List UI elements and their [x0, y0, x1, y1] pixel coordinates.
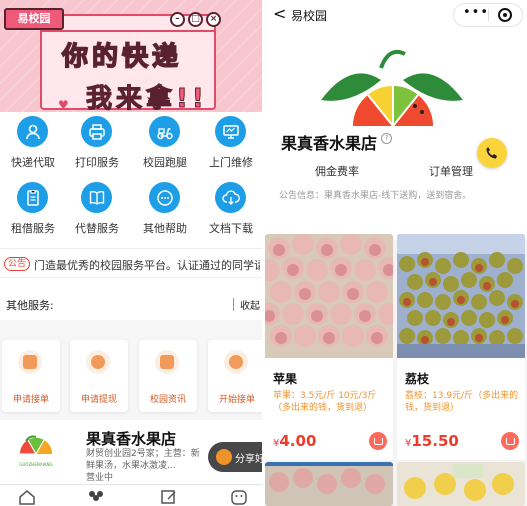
printer-icon [81, 116, 112, 147]
chat-icon [149, 182, 180, 213]
banner-subheadline: 我来拿!! [86, 84, 208, 113]
minimize-icon: – [170, 12, 185, 27]
divider [488, 9, 489, 21]
close-icon: × [206, 12, 221, 27]
add-to-cart-button[interactable] [501, 432, 519, 450]
promo-banner[interactable]: 易校园 – □ × 你的快递 我来拿!! ♥ [0, 0, 262, 112]
card-label: 申请提现 [80, 395, 117, 405]
share-button[interactable]: 分享好 [208, 442, 262, 472]
shop-description: 财贸创业园2号家；主营：新鲜果汤，水果冰激凌... 营业中 [86, 449, 200, 483]
announcement-tag: 公告 [4, 257, 30, 271]
call-button[interactable] [477, 138, 507, 168]
service-label: 校园跑腿 [143, 156, 187, 169]
product-image [397, 234, 525, 358]
service-express[interactable]: 快递代取 [0, 114, 66, 174]
cloud-download-icon [215, 182, 246, 213]
svg-text:GUOZHENXIANG: GUOZHENXIANG [19, 462, 52, 467]
back-button[interactable]: < [273, 4, 286, 23]
service-label: 打印服务 [75, 156, 119, 169]
service-label: 快递代取 [11, 156, 55, 169]
shop-logo: GUOZHENXIANG [14, 432, 58, 476]
shop-header: 果真香水果店 ? 佣金费率 订单管理 公告信息：果真香水果店-线下送购，送到宿舍… [265, 30, 527, 240]
shop-screen: < 易校园 ••• 果真香水果店 ? 佣金费率 订单管理 公告信息：果真香水果店… [265, 0, 527, 506]
document-icon [17, 182, 48, 213]
service-label: 其他帮助 [143, 222, 187, 235]
service-download[interactable]: 文档下载 [198, 180, 262, 240]
campus-news-card[interactable]: 校园资讯 [139, 340, 197, 412]
shop-notice: 公告信息：果真香水果店-线下送购，送到宿舍。 [279, 191, 472, 201]
collapse-button[interactable]: 收起 [240, 297, 260, 312]
card-label: 申请接单 [12, 395, 49, 405]
start-order-card[interactable]: 开始接单 [208, 340, 262, 412]
service-grid: 快递代取 打印服务 校园跑腿 上门维修 租借服务 代替服务 其他帮助 文档下载 [0, 112, 262, 242]
card-label: 校园资讯 [149, 395, 186, 405]
service-substitute[interactable]: 代替服务 [64, 180, 130, 240]
commission-rate-link[interactable]: 佣金费率 [315, 163, 359, 179]
service-rental[interactable]: 租借服务 [0, 180, 66, 240]
heart-icon: ♥ [58, 98, 69, 112]
add-to-cart-button[interactable] [369, 432, 387, 450]
product-price: ¥15.50 [405, 432, 459, 450]
nav-title: 易校园 [291, 9, 328, 23]
product-price: ¥4.00 [273, 432, 317, 450]
book-icon [81, 182, 112, 213]
tab-profile[interactable] [230, 489, 250, 505]
product-name: 苹果 [273, 372, 298, 386]
runner-icon [155, 350, 179, 374]
bottom-tab-bar [0, 484, 262, 506]
cart-icon [505, 437, 515, 445]
fruit-logo [321, 49, 463, 126]
product-card-partial[interactable] [397, 462, 525, 506]
product-card-lychee[interactable]: 荔枝 荔枝：13.9元/斤（多出来的钱，货到退） ¥15.50 [397, 234, 525, 460]
product-description: 苹果：3.5元/斤 10元/3斤（多出来的钱，货到退） [273, 391, 377, 413]
announcement-bar[interactable]: 公告 门造最优秀的校园服务平台。认证通过的同学请... [0, 248, 262, 278]
product-name: 荔枝 [405, 372, 430, 386]
product-card-apple[interactable]: 苹果 苹果：3.5元/斤 10元/3斤（多出来的钱，货到退） ¥4.00 [265, 234, 393, 460]
user-icon [17, 116, 48, 147]
service-label: 租借服务 [11, 222, 55, 235]
banner-badge: 易校园 [4, 8, 64, 30]
share-label: 分享好 [235, 454, 262, 465]
card-label: 开始接单 [218, 395, 255, 405]
search-icon [86, 350, 110, 374]
tab-post[interactable] [160, 489, 180, 505]
home-screen: 易校园 – □ × 你的快递 我来拿!! ♥ 快递代取 打印服务 校园跑腿 上门… [0, 0, 262, 506]
service-print[interactable]: 打印服务 [64, 114, 130, 174]
tab-community[interactable] [86, 489, 106, 505]
shop-name: 果真香水果店 [86, 430, 177, 448]
shop-title: 果真香水果店 [281, 134, 378, 153]
order-management-link[interactable]: 订单管理 [429, 163, 473, 179]
clipboard-icon [18, 350, 42, 374]
scooter-icon [149, 116, 180, 147]
monitor-icon [215, 116, 246, 147]
service-errand[interactable]: 校园跑腿 [132, 114, 198, 174]
other-services-header: 其他服务: 收起 [0, 288, 262, 318]
info-icon[interactable]: ? [381, 133, 392, 144]
apply-order-card[interactable]: 申请接单 [2, 340, 60, 412]
service-repair[interactable]: 上门维修 [198, 114, 262, 174]
maximize-icon: □ [188, 12, 203, 27]
phone-icon [486, 147, 497, 159]
cart-icon [373, 437, 383, 445]
service-other-help[interactable]: 其他帮助 [132, 180, 198, 240]
product-card-partial[interactable] [265, 462, 393, 506]
announcement-text: 门造最优秀的校园服务平台。认证通过的同学请... [34, 259, 260, 272]
top-navigation-bar: < 易校园 ••• [265, 0, 527, 30]
service-label: 文档下载 [209, 222, 253, 235]
product-description: 荔枝：13.9元/斤（多出来的钱，货到退） [405, 391, 519, 413]
mini-program-capsule: ••• [453, 3, 523, 27]
service-label: 上门维修 [209, 156, 253, 169]
service-label: 代替服务 [75, 222, 119, 235]
scooter-icon [224, 350, 248, 374]
more-icon[interactable]: ••• [463, 5, 489, 20]
apply-withdraw-card[interactable]: 申请提现 [70, 340, 128, 412]
close-icon[interactable] [498, 8, 512, 22]
banner-headline: 你的快递 [61, 41, 183, 73]
product-image [265, 234, 393, 358]
divider [233, 298, 234, 311]
tab-home[interactable] [18, 489, 38, 505]
other-services-title: 其他服务: [6, 299, 54, 312]
share-icon [216, 449, 232, 465]
